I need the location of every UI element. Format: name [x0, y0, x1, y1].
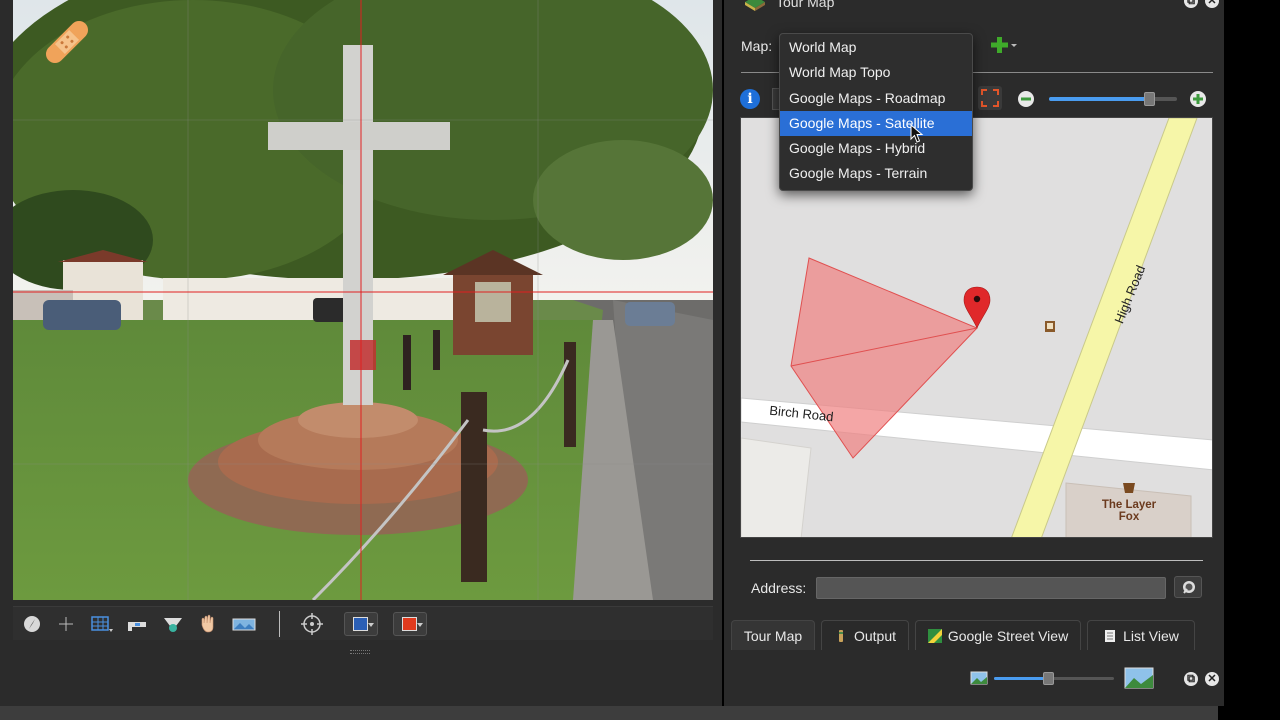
map-option-google-roadmap[interactable]: Google Maps - Roadmap	[780, 86, 972, 111]
svg-text:The Layer: The Layer	[1102, 499, 1157, 511]
info-icon[interactable]: i	[740, 89, 760, 109]
svg-text:Fox: Fox	[1119, 511, 1140, 523]
pub-icon[interactable]	[1123, 483, 1135, 493]
green-plus-icon	[991, 37, 1017, 53]
thumbnail-size-slider[interactable]	[994, 672, 1114, 685]
status-strip	[0, 706, 1218, 720]
tour-map-icon	[744, 0, 766, 12]
bandage-icon	[42, 12, 92, 72]
tab-list-view[interactable]: List View	[1087, 620, 1195, 650]
address-input[interactable]	[816, 577, 1166, 599]
map-option-world-map[interactable]: World Map	[780, 35, 972, 60]
panorama-viewer-pane	[0, 0, 722, 706]
zoom-out-icon[interactable]	[1017, 90, 1035, 108]
tab-label: Output	[853, 627, 897, 644]
toolbar-separator	[279, 611, 280, 637]
map-option-world-map-topo[interactable]: World Map Topo	[780, 60, 972, 85]
tab-label: Google Street View	[947, 627, 1069, 644]
map-option-google-satellite[interactable]: Google Maps - Satellite	[780, 110, 972, 137]
panel-title: Tour Map	[776, 0, 835, 10]
grid-icon[interactable]	[89, 611, 115, 637]
tab-google-street-view[interactable]: Google Street View	[915, 620, 1081, 650]
blue-color-button[interactable]	[344, 612, 378, 636]
output-icon	[834, 629, 848, 643]
tab-label: List View	[1123, 627, 1179, 644]
close-icon[interactable]: ✕	[1205, 672, 1219, 686]
zoom-slider-thumb[interactable]	[1143, 92, 1155, 106]
panel-tabs: Tour Map Output Google Street View List …	[731, 620, 1211, 650]
list-view-icon	[1103, 629, 1117, 643]
tab-tour-map[interactable]: Tour Map	[731, 620, 815, 650]
hand-icon[interactable]	[195, 611, 221, 637]
detach-icon[interactable]: ⧉	[1184, 672, 1198, 686]
large-image-icon[interactable]	[1124, 667, 1154, 689]
fit-to-bounds-icon[interactable]	[978, 86, 1002, 110]
divider	[750, 560, 1203, 561]
mouse-cursor-icon	[910, 123, 924, 144]
target-icon[interactable]	[299, 611, 325, 637]
viewer-toolbar	[13, 606, 713, 640]
tab-label: Tour Map	[743, 627, 803, 644]
red-color-swatch	[402, 617, 417, 631]
search-icon[interactable]	[1174, 576, 1202, 598]
chevron-down-icon	[368, 623, 374, 627]
map-option-google-terrain[interactable]: Google Maps - Terrain	[780, 161, 972, 186]
zoom-in-icon[interactable]	[1189, 90, 1207, 108]
street-view-icon	[927, 628, 942, 643]
panorama-image[interactable]	[13, 0, 713, 600]
zoom-slider[interactable]	[1049, 92, 1177, 106]
level-icon[interactable]	[125, 611, 151, 637]
blue-color-swatch	[353, 617, 368, 631]
resize-grip[interactable]	[350, 650, 370, 654]
compass-icon[interactable]	[19, 611, 45, 637]
map-source-dropdown: World Map World Map Topo Google Maps - R…	[779, 33, 973, 191]
chevron-down-icon	[417, 623, 423, 627]
add-map-button[interactable]	[986, 34, 1020, 56]
thumbnail-size-bar: ⧉ ✕	[964, 667, 1224, 690]
add-point-icon[interactable]	[53, 611, 79, 637]
zoom-slider-fill	[1049, 97, 1149, 101]
map-source-label: Map:	[741, 38, 773, 54]
thumbnail-size-thumb[interactable]	[1043, 672, 1054, 685]
memorial-icon[interactable]	[1045, 321, 1055, 332]
tab-output[interactable]: Output	[821, 620, 909, 650]
panorama-icon[interactable]	[231, 611, 257, 637]
address-label: Address:	[751, 580, 807, 596]
red-color-button[interactable]	[393, 612, 427, 636]
map-option-google-hybrid[interactable]: Google Maps - Hybrid	[780, 136, 972, 161]
app-window: Tour Map ⧉ ✕ Map: i High Road Birch Road…	[0, 0, 1280, 720]
view-icon[interactable]	[160, 611, 186, 637]
thumbnail-size-fill	[994, 677, 1048, 680]
small-image-icon[interactable]	[970, 671, 988, 685]
